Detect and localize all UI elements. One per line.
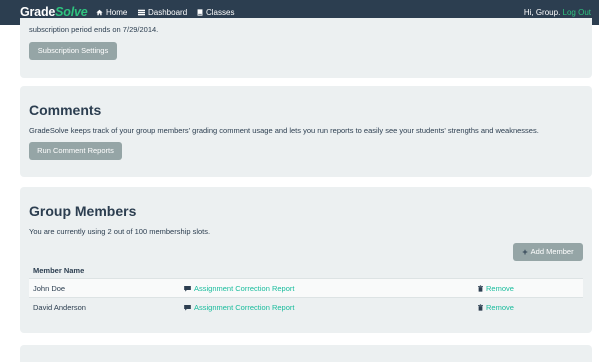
group-members-title: Group Members	[29, 203, 137, 219]
report-label: Assignment Correction Report	[194, 284, 295, 293]
comment-icon	[184, 304, 191, 311]
nav-dashboard-label: Dashboard	[148, 8, 188, 17]
nav-home-label: Home	[106, 8, 128, 17]
nav-classes-link[interactable]: Classes	[197, 8, 234, 17]
nav-dashboard-link[interactable]: Dashboard	[138, 8, 187, 17]
assignment-correction-report-link[interactable]: Assignment Correction Report	[184, 303, 294, 312]
subscription-panel: subscription period ends on 7/29/2014. S…	[20, 18, 592, 78]
membership-usage-text: You are currently using 2 out of 100 mem…	[29, 227, 211, 236]
brand-logo[interactable]: GradeSolve	[20, 5, 88, 19]
nav-home-link[interactable]: Home	[96, 8, 127, 17]
report-label: Assignment Correction Report	[194, 303, 295, 312]
comments-panel: Comments GradeSolve keeps track of your …	[20, 86, 592, 177]
home-icon	[96, 9, 103, 16]
member-name: David Anderson	[33, 303, 86, 312]
user-greeting: Hi, Group. Log Out	[524, 8, 591, 17]
table-row: David Anderson Assignment Correction Rep…	[29, 297, 583, 315]
plus-icon: +	[522, 247, 528, 257]
run-comment-reports-button[interactable]: Run Comment Reports	[29, 142, 122, 160]
book-icon	[197, 9, 203, 16]
list-icon	[138, 9, 145, 16]
comments-title: Comments	[29, 102, 102, 118]
trash-icon	[478, 304, 483, 311]
remove-member-link[interactable]: Remove	[478, 303, 514, 312]
comments-description: GradeSolve keeps track of your group mem…	[29, 126, 539, 135]
member-name: John Doe	[33, 284, 66, 293]
subscription-settings-button[interactable]: Subscription Settings	[29, 42, 117, 60]
greeting-text: Hi, Group.	[523, 8, 561, 17]
logout-link[interactable]: Log Out	[563, 8, 591, 17]
table-row: John Doe Assignment Correction Report Re…	[29, 279, 583, 297]
group-members-panel: Group Members You are currently using 2 …	[20, 187, 592, 333]
assignment-correction-report-link[interactable]: Assignment Correction Report	[184, 284, 294, 293]
add-member-button[interactable]: + Add Member	[513, 243, 583, 261]
add-member-label: Add Member	[530, 247, 574, 256]
remove-label: Remove	[486, 284, 514, 293]
remove-member-link[interactable]: Remove	[478, 284, 514, 293]
trash-icon	[478, 285, 483, 292]
comment-icon	[184, 285, 191, 292]
remove-label: Remove	[486, 303, 514, 312]
member-name-column-header: Member Name	[33, 266, 85, 275]
next-panel	[20, 345, 592, 362]
subscription-text: subscription period ends on 7/29/2014.	[29, 25, 159, 34]
nav-classes-label: Classes	[206, 8, 235, 17]
